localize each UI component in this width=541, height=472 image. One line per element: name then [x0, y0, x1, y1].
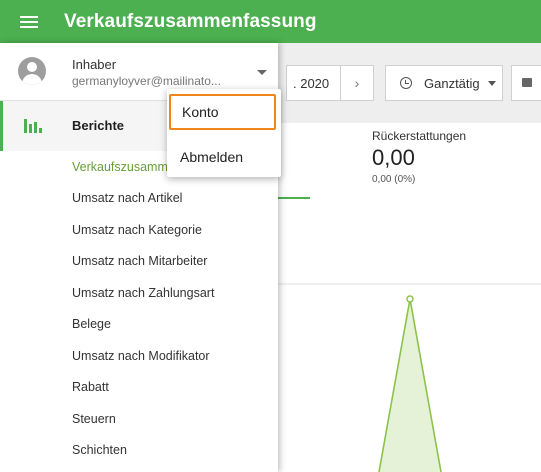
user-email: germanyloyver@mailinato...	[72, 74, 221, 88]
chart-area	[379, 299, 441, 472]
clock-icon	[400, 77, 412, 89]
reports-submenu: Verkaufszusamm Umsatz nach Artikel Umsat…	[0, 151, 278, 466]
dropdown-arrow-icon[interactable]	[257, 70, 267, 75]
report-toolbar: . 2020 › Ganztätig	[278, 43, 541, 123]
chevron-down-icon	[487, 80, 496, 86]
print-button[interactable]	[511, 65, 541, 101]
date-range-field[interactable]: . 2020	[286, 65, 340, 101]
submenu-item-sales-by-category[interactable]: Umsatz nach Kategorie	[0, 214, 278, 246]
submenu-item-sales-by-payment-type[interactable]: Umsatz nach Zahlungsart	[0, 277, 278, 309]
submenu-item-sales-by-employee[interactable]: Umsatz nach Mitarbeiter	[0, 246, 278, 278]
submenu-item-shifts[interactable]: Schichten	[0, 435, 278, 467]
page-title: Verkaufszusammenfassung	[64, 10, 317, 32]
account-menu-item-konto[interactable]: Konto	[169, 94, 276, 130]
submenu-item-discounts[interactable]: Rabatt	[0, 372, 278, 404]
account-menu-item-logout[interactable]: Abmelden	[167, 138, 281, 176]
summary-card: Rückerstattungen 0,00 0,00 (0%)	[278, 123, 541, 472]
time-range-label: Ganztätig	[424, 75, 480, 91]
sales-chart	[278, 283, 541, 472]
account-circle-icon	[18, 57, 46, 85]
main-content: . 2020 › Ganztätig Rückerstattungen 0,00…	[278, 43, 541, 472]
sidebar-item-label: Berichte	[72, 118, 125, 133]
app-bar: Verkaufszusammenfassung	[0, 0, 541, 43]
user-role: Inhaber	[72, 57, 117, 72]
hamburger-menu-icon[interactable]	[20, 0, 50, 43]
active-indicator	[0, 101, 3, 151]
bar-chart-icon	[24, 119, 42, 133]
time-range-select[interactable]: Ganztätig	[385, 65, 503, 101]
submenu-item-sales-by-modifier[interactable]: Umsatz nach Modifikator	[0, 340, 278, 372]
submenu-item-receipts[interactable]: Belege	[0, 309, 278, 341]
account-menu-popup: Konto Abmelden	[167, 89, 281, 177]
submenu-item-sales-by-item[interactable]: Umsatz nach Artikel	[0, 183, 278, 215]
next-period-button[interactable]: ›	[340, 65, 374, 101]
chart-point	[406, 295, 414, 303]
printer-icon	[522, 78, 532, 87]
submenu-item-taxes[interactable]: Steuern	[0, 403, 278, 435]
